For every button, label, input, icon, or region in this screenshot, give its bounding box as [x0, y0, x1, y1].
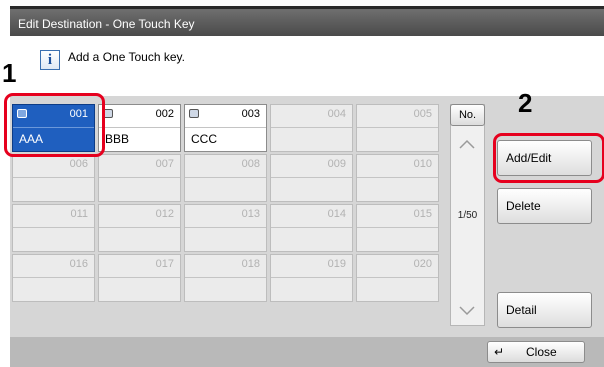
- page-indicator: 1/50: [457, 210, 478, 221]
- return-icon: ↵: [494, 345, 505, 359]
- one-touch-key[interactable]: 011: [12, 204, 95, 252]
- one-touch-key[interactable]: 017: [98, 254, 181, 302]
- key-number: 014: [327, 208, 346, 220]
- key-number: 003: [241, 108, 260, 120]
- message-text: Add a One Touch key.: [68, 50, 185, 64]
- delete-button[interactable]: Delete: [497, 188, 592, 224]
- key-number: 007: [155, 158, 174, 170]
- key-number: 017: [155, 258, 174, 270]
- key-number: 018: [241, 258, 260, 270]
- message-area: i Add a One Touch key.: [10, 36, 604, 96]
- chevron-up-icon: [459, 139, 475, 149]
- one-touch-key[interactable]: 005: [356, 104, 439, 152]
- key-number: 004: [327, 108, 346, 120]
- close-button[interactable]: ↵ Close: [487, 341, 585, 363]
- one-touch-key[interactable]: 020: [356, 254, 439, 302]
- one-touch-key[interactable]: 007: [98, 154, 181, 202]
- one-touch-key[interactable]: 019: [270, 254, 353, 302]
- key-number: 005: [413, 108, 432, 120]
- key-number: 009: [327, 158, 346, 170]
- one-touch-key[interactable]: 010: [356, 154, 439, 202]
- info-icon: i: [40, 50, 60, 70]
- one-touch-key[interactable]: 018: [184, 254, 267, 302]
- key-number: 008: [241, 158, 260, 170]
- key-number: 010: [413, 158, 432, 170]
- one-touch-key[interactable]: 008: [184, 154, 267, 202]
- one-touch-key[interactable]: 009: [270, 154, 353, 202]
- close-label: Close: [526, 345, 557, 359]
- destination-icon: [189, 109, 199, 118]
- one-touch-key[interactable]: 004: [270, 104, 353, 152]
- key-number: 011: [70, 208, 88, 220]
- key-number: 012: [155, 208, 174, 220]
- window-title: Edit Destination - One Touch Key: [10, 6, 604, 36]
- selected-key-highlight: [4, 93, 105, 157]
- one-touch-key[interactable]: 016: [12, 254, 95, 302]
- one-touch-key[interactable]: 014: [270, 204, 353, 252]
- key-number: 020: [413, 258, 432, 270]
- add-edit-highlight: [493, 133, 604, 183]
- key-number: 006: [69, 158, 88, 170]
- scroll-up-button[interactable]: [452, 130, 483, 158]
- one-touch-key[interactable]: 015: [356, 204, 439, 252]
- one-touch-key[interactable]: 002 BBB: [98, 104, 181, 152]
- one-touch-key[interactable]: 003 CCC: [184, 104, 267, 152]
- key-name: BBB: [105, 132, 130, 146]
- key-number: 015: [413, 208, 432, 220]
- one-touch-key[interactable]: 006: [12, 154, 95, 202]
- detail-button[interactable]: Detail: [497, 292, 592, 328]
- key-number: 019: [327, 258, 346, 270]
- callout-step-2: 2: [518, 88, 533, 118]
- scroll-down-button[interactable]: [452, 296, 483, 324]
- one-touch-key[interactable]: 012: [98, 204, 181, 252]
- key-number: 016: [69, 258, 88, 270]
- callout-step-1: 1: [2, 58, 17, 88]
- key-number: 002: [155, 108, 174, 120]
- chevron-down-icon: [459, 306, 475, 316]
- sort-by-number-button[interactable]: No.: [450, 104, 485, 126]
- one-touch-key[interactable]: 013: [184, 204, 267, 252]
- key-name: CCC: [191, 132, 217, 146]
- key-number: 013: [241, 208, 260, 220]
